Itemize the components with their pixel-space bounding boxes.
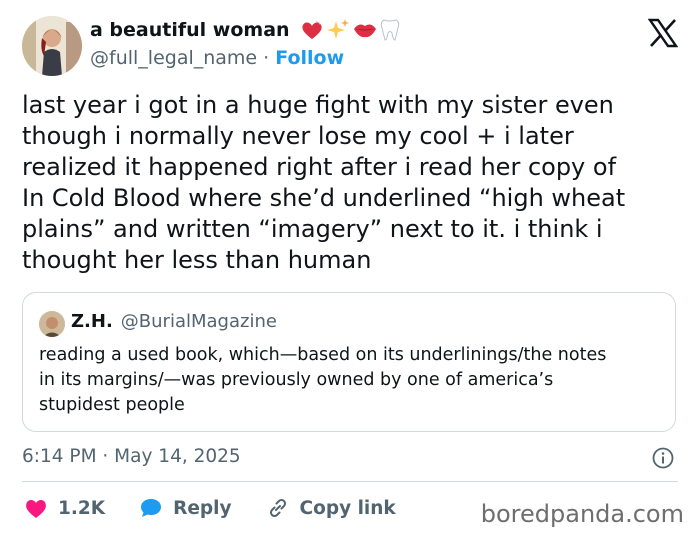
like-button[interactable]: 1.2K [24,497,105,519]
name-emojis [300,18,400,42]
reply-label: Reply [173,497,232,519]
lips-icon [353,24,376,38]
divider [22,481,678,482]
boredpanda-watermark: boredpanda.com [480,500,684,528]
author-handle[interactable]: @full_legal_name [90,47,257,69]
sparkles-icon [326,19,349,39]
author-display-name[interactable]: a beautiful woman [90,19,290,41]
copy-link-button[interactable]: Copy link [266,496,396,520]
follow-button[interactable]: Follow [275,47,344,69]
handle-separator: · [263,47,270,69]
tweet-timestamp[interactable]: 6:14 PM · May 14, 2025 [22,446,241,467]
like-count: 1.2K [58,497,106,519]
quoted-header: Z.H. @BurialMagazine [71,311,277,332]
action-bar: 1.2K Reply Copy link [24,496,430,520]
author-name-row: a beautiful woman [90,18,400,42]
heart-icon [301,21,322,39]
tweet-text: last year i got in a huge fight with my … [22,91,626,274]
speech-bubble-icon [141,499,162,517]
copy-link-label: Copy link [299,497,396,519]
x-logo-icon[interactable] [648,18,678,48]
author-avatar[interactable] [22,16,82,76]
quoted-author-name: Z.H. [71,311,113,332]
quoted-author-handle: @BurialMagazine [120,311,277,332]
reply-button[interactable]: Reply [139,497,232,519]
quoted-tweet[interactable]: Z.H. @BurialMagazine reading a used book… [22,292,676,432]
quoted-author-avatar[interactable] [39,311,65,337]
tooth-icon [380,19,399,41]
author-handle-row: @full_legal_name · Follow [90,47,344,69]
quoted-tweet-text: reading a used book, which—based on its … [39,345,607,415]
info-icon[interactable] [652,447,674,469]
heart-filled-icon [26,500,46,518]
link-icon [269,498,286,518]
